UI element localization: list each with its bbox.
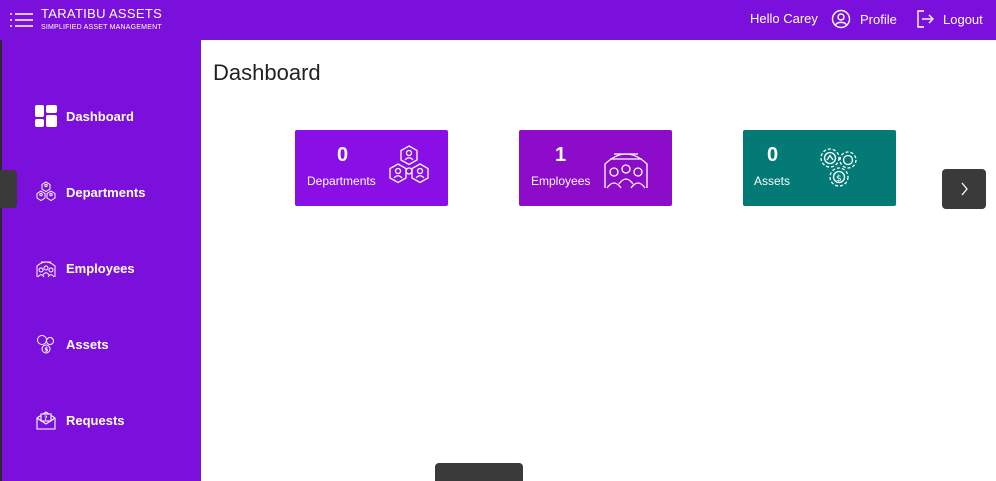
departments-icon [389,145,429,184]
card-label: Assets [754,174,791,188]
svg-text:$: $ [836,174,842,184]
card-label: Employees [531,174,591,188]
stat-card-assets[interactable]: 0 Assets $ [743,130,896,206]
card-label: Departments [307,174,376,188]
menu-icon[interactable] [9,12,33,28]
sidebar-item-label: Departments [66,184,146,200]
chevron-right-icon [961,182,968,196]
logout-label: Logout [943,11,983,27]
stat-card-employees[interactable]: 1 Employees [519,130,672,206]
user-greeting: Hello Carey [750,11,818,26]
sidebar-toggle-handle[interactable] [0,170,17,208]
sidebar-item-label: Requests [66,412,125,428]
sidebar-item-label: Employees [66,260,135,276]
carousel-next-button[interactable] [942,169,986,209]
dashboard-icon [34,104,58,128]
svg-text:?: ? [44,415,48,422]
sidebar-item-employees[interactable]: Employees [34,255,135,281]
sidebar-item-assets[interactable]: $ Assets [34,331,109,357]
logout-link[interactable]: Logout [915,8,983,30]
page-title: Dashboard [213,60,321,85]
profile-link[interactable]: Profile [831,8,897,30]
stat-card-departments[interactable]: 0 Departments [295,130,448,206]
top-navbar: TARATIBU ASSETS SIMPLIFIED ASSET MANAGEM… [0,0,996,40]
card-count: 0 [767,144,779,166]
sidebar-item-label: Assets [66,336,109,352]
sidebar-item-dashboard[interactable]: Dashboard [34,103,134,129]
departments-icon [34,180,58,204]
bottom-toolbar[interactable] [435,463,523,481]
sidebar-item-departments[interactable]: Departments [34,179,145,205]
assets-icon: $ [820,148,857,187]
brand-subtitle: SIMPLIFIED ASSET MANAGEMENT [41,24,162,31]
card-count: 1 [555,144,567,166]
sidebar: Dashboard Departments Employees $ Assets… [0,40,201,481]
brand-title[interactable]: TARATIBU ASSETS [41,6,162,21]
employees-icon [604,153,648,189]
requests-icon: ? [34,408,58,432]
employees-icon [34,256,58,280]
profile-icon [831,9,851,29]
sidebar-item-requests[interactable]: ? Requests [34,407,125,433]
profile-label: Profile [860,11,897,27]
logout-icon [917,10,934,28]
assets-icon: $ [34,332,58,356]
sidebar-item-label: Dashboard [66,108,134,124]
card-count: 0 [337,144,349,166]
svg-text:$: $ [44,347,48,354]
